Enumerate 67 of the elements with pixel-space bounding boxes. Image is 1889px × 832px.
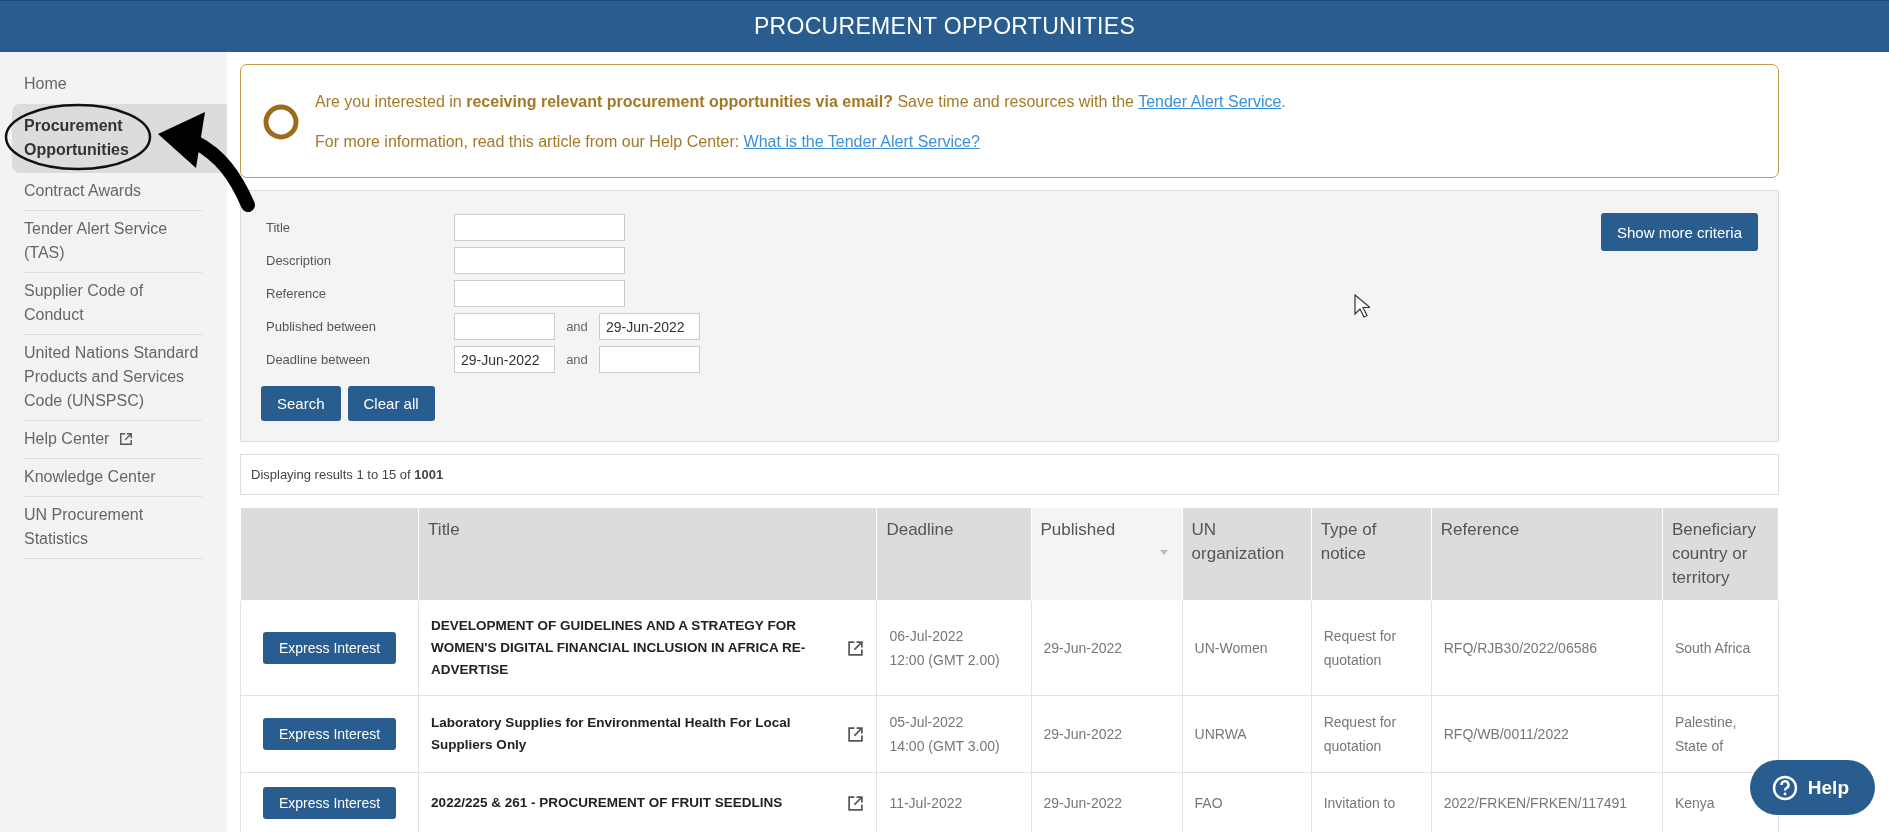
help-button[interactable]: Help (1749, 760, 1875, 815)
question-icon (1771, 774, 1798, 801)
sidebar-link[interactable]: Help Center (24, 421, 202, 459)
ring-icon (263, 104, 299, 140)
table-cell: Request for quotation (1323, 714, 1397, 754)
field-label: Description (265, 253, 333, 268)
date-input[interactable]: 29-Jun-2022 (454, 346, 555, 373)
deadline-text: 05-Jul-2022 (889, 713, 965, 732)
results-summary: Displaying results 1 to 15 of 1001 (251, 467, 444, 482)
sidebar-link[interactable]: UN Procurement Statistics (24, 497, 202, 559)
column-header[interactable]: UN organization (1182, 507, 1312, 601)
more-criteria-button[interactable]: Show more criteria (1600, 213, 1758, 251)
notice-text: Are you interested in receiving relevant procurement opportunities via email? Save time and resources with the Tender Alert Service. (315, 92, 1286, 112)
deadline-text: 11-Jul-2022 (889, 794, 964, 813)
deadline-text: 12:00 (GMT 2.00) (889, 651, 1001, 670)
table-cell: Request for quotation (1323, 628, 1397, 668)
deadline-text: 14:00 (GMT 3.00) (889, 737, 1001, 756)
field-label: Reference (265, 286, 327, 301)
date-input[interactable]: 29-Jun-2022 (599, 313, 700, 340)
sidebar-link[interactable]: Supplier Code of Conduct (24, 273, 202, 335)
table-cell: Invitation to (1323, 795, 1396, 811)
text-input[interactable] (454, 247, 625, 274)
table-cell: 29-Jun-2022 (1043, 726, 1123, 742)
clear-button[interactable]: Clear all (347, 386, 435, 421)
column-header[interactable]: Published (1031, 507, 1183, 601)
table-cell: 29-Jun-2022 (1043, 795, 1123, 811)
sidebar-link[interactable]: United Nations Standard Products and Services Code (UNSPSC) (24, 335, 202, 421)
deadline-text: 06-Jul-2022 (889, 627, 965, 646)
text-input[interactable] (454, 214, 625, 241)
page-title: PROCUREMENT OPPORTUNITIES (753, 13, 1136, 40)
table-cell: UN-Women (1194, 640, 1268, 656)
express-interest-button[interactable]: Express Interest (262, 718, 397, 750)
field-label: Deadline between (265, 352, 372, 367)
help-link[interactable]: What is the Tender Alert Service? (743, 133, 980, 150)
table-cell: 2022/FRKEN/FRKEN/117491 (1443, 795, 1628, 811)
column-header[interactable]: Type of notice (1311, 507, 1432, 601)
date-input[interactable] (599, 346, 700, 373)
range-joiner: and (565, 319, 589, 334)
column-header[interactable]: Title (418, 507, 877, 601)
sort-caret-icon (1159, 550, 1168, 555)
column-header[interactable]: Deadline (876, 507, 1031, 601)
table-cell: South Africa (1674, 640, 1751, 656)
table-cell: UNRWA (1194, 726, 1247, 742)
column-header[interactable]: Reference (1431, 507, 1663, 601)
table-cell: FAO (1194, 795, 1223, 811)
table-cell: Kenya (1674, 795, 1715, 811)
sidebar-link[interactable]: Tender Alert Service (TAS) (24, 211, 202, 273)
sidebar-link[interactable]: Knowledge Center (24, 459, 202, 497)
sidebar-link[interactable]: Home (24, 66, 202, 104)
table-cell: RFQ/WB/0011/2022 (1443, 726, 1569, 742)
date-input[interactable] (454, 313, 555, 340)
table-cell: Palestine, State of (1674, 714, 1737, 754)
table-cell: RFQ/RJB30/2022/06586 (1443, 640, 1598, 656)
help-link[interactable]: Tender Alert Service (1138, 93, 1282, 110)
column-header[interactable]: Beneficiary country or territory (1662, 507, 1779, 601)
table-cell: 29-Jun-2022 (1043, 640, 1123, 656)
notice-text: For more information, read this article from our Help Center: What is the Tender Alert Service? (315, 132, 981, 152)
column-header[interactable] (240, 507, 419, 601)
range-joiner: and (565, 352, 589, 367)
search-button[interactable]: Search (261, 386, 341, 421)
text-input[interactable] (454, 280, 625, 307)
express-interest-button[interactable]: Express Interest (262, 787, 397, 819)
field-label: Published between (265, 319, 377, 334)
sidebar-link[interactable]: Contract Awards (24, 173, 202, 211)
field-label: Title (265, 220, 292, 235)
mouse-cursor-icon (1354, 294, 1370, 318)
express-interest-button[interactable]: Express Interest (262, 632, 397, 664)
